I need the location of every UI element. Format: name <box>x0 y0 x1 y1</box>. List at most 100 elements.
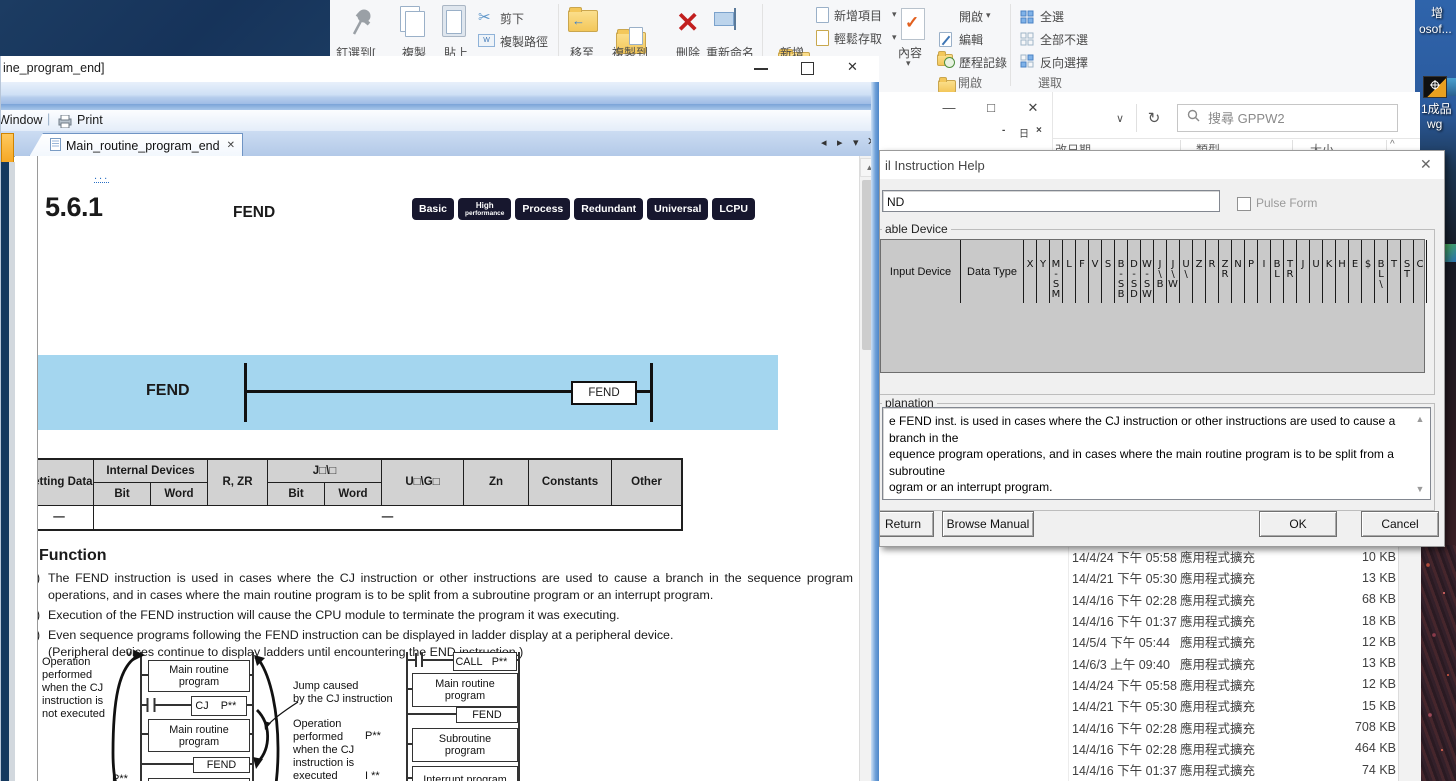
dialog-titlebar[interactable]: il Instruction Help ✕ <box>880 151 1444 179</box>
ribbon-edit-label[interactable]: 編輯 <box>959 31 983 48</box>
tab-bar: Main_routine_program_end ✕ ◂ ▸ ▾ ✕ <box>1 131 879 157</box>
search-input[interactable] <box>1206 110 1360 127</box>
section-number: 5.6.1 <box>45 192 103 223</box>
th-constants: Constants <box>529 459 612 505</box>
device-column: V <box>1089 240 1102 303</box>
new-item-icon[interactable] <box>816 7 829 23</box>
cpu-badge: Universal <box>647 198 708 220</box>
cad-file-icon[interactable] <box>1423 76 1447 98</box>
tab-scroll-left-icon[interactable]: ◂ <box>821 136 827 149</box>
invert-selection-icon[interactable] <box>1020 54 1034 73</box>
device-column: $ <box>1362 240 1375 303</box>
browse-manual-button[interactable]: Browse Manual <box>942 511 1034 537</box>
cj-box: CJ <box>191 696 213 716</box>
delete-icon[interactable]: ✕ <box>676 6 699 39</box>
easy-access-icon[interactable] <box>816 30 829 46</box>
interrupt-label: I ** <box>365 770 380 781</box>
easy-access-dropdown-icon[interactable]: ▾ <box>892 32 897 43</box>
close-button[interactable]: ✕ <box>847 59 858 75</box>
side-tab-fragment[interactable] <box>1 133 14 164</box>
explorer-scrollbar[interactable] <box>1398 545 1421 781</box>
move-to-icon[interactable]: ← <box>568 10 598 32</box>
print-icon <box>57 115 73 131</box>
file-row[interactable]: 14/4/16 下午 02:28應用程式擴充708 KB <box>1056 716 1396 737</box>
tab-list-dropdown-icon[interactable]: ▾ <box>853 136 859 149</box>
function-item: (2)Execution of the FEND instruction wil… <box>38 607 853 624</box>
scroll-up-icon[interactable]: ▲ <box>1413 414 1427 424</box>
mdi-minimize-button[interactable]: - <box>1002 125 1005 136</box>
ok-button[interactable]: OK <box>1259 511 1337 537</box>
sort-indicator-icon[interactable]: ^ <box>1390 139 1395 150</box>
rename-icon[interactable] <box>714 8 740 30</box>
scroll-down-icon[interactable]: ▼ <box>1413 484 1427 494</box>
maximize-button[interactable]: □ <box>982 100 1000 115</box>
file-date: 14/4/16 下午 02:28 <box>1056 590 1180 609</box>
doc-top-link[interactable]: ... <box>94 170 109 183</box>
open-dropdown-icon[interactable]: ▾ <box>986 10 991 21</box>
desktop-icon-label[interactable]: osof... <box>1419 22 1452 36</box>
edit-icon[interactable] <box>939 32 952 47</box>
file-row[interactable]: 14/5/4 下午 05:44應用程式擴充12 KB <box>1056 631 1396 652</box>
refresh-icon[interactable]: ↻ <box>1142 107 1166 131</box>
tab-main-routine-program-end[interactable]: Main_routine_program_end ✕ <box>29 133 243 157</box>
explanation-box[interactable]: e FEND inst. is used in cases where the … <box>882 407 1431 500</box>
new-item-dropdown-icon[interactable]: ▾ <box>892 9 897 20</box>
dialog-close-icon[interactable]: ✕ <box>1420 156 1432 173</box>
ribbon-open-label[interactable]: 開啟 <box>959 8 983 25</box>
pulse-form-checkbox[interactable] <box>1237 197 1251 211</box>
file-row[interactable]: 14/4/24 下午 05:58應用程式擴充12 KB <box>1056 674 1396 695</box>
minimize-button[interactable] <box>754 68 768 70</box>
menu-window[interactable]: Window <box>0 113 42 127</box>
desktop-icon-label[interactable]: wg <box>1427 117 1442 131</box>
return-button[interactable]: Return <box>879 511 934 537</box>
desktop-icon-label[interactable]: 1成品 <box>1421 100 1452 117</box>
close-button[interactable]: ✕ <box>1024 100 1042 116</box>
desktop-icon-label[interactable]: 增 <box>1431 4 1443 21</box>
ribbon-select-none-label[interactable]: 全部不選 <box>1040 31 1088 48</box>
select-all-icon[interactable] <box>1020 10 1034 29</box>
copy-path-icon[interactable]: W <box>478 34 495 47</box>
menu-separator: | <box>47 112 50 126</box>
properties-dropdown-icon[interactable]: ▾ <box>906 58 911 69</box>
ribbon-cut-label[interactable]: 剪下 <box>500 10 524 27</box>
search-box[interactable] <box>1177 104 1398 132</box>
th-u-g: U□\G□ <box>382 459 464 505</box>
properties-icon[interactable]: ✓ <box>901 8 925 40</box>
mdi-close-button[interactable]: × <box>1036 125 1042 136</box>
file-row[interactable]: 14/4/16 下午 02:28應用程式擴充464 KB <box>1056 738 1396 759</box>
file-row[interactable]: 14/4/24 下午 05:58應用程式擴充10 KB <box>1056 546 1396 567</box>
menu-print[interactable]: Print <box>77 113 103 127</box>
tab-close-icon[interactable]: ✕ <box>227 140 235 151</box>
pin-icon[interactable] <box>348 6 374 40</box>
mdi-restore-button[interactable]: 日 <box>1019 125 1029 140</box>
file-row[interactable]: 14/4/16 下午 01:37應用程式擴充74 KB <box>1056 759 1396 780</box>
ribbon-select-all-label[interactable]: 全選 <box>1040 8 1064 25</box>
paste-icon[interactable] <box>442 5 466 37</box>
pointer-label: P** <box>365 730 381 743</box>
maximize-button[interactable] <box>801 62 814 75</box>
ribbon-invert-selection-label[interactable]: 反向選擇 <box>1040 54 1088 71</box>
ribbon-new-item-label[interactable]: 新增項目 <box>834 7 882 24</box>
ribbon-copy-path-label[interactable]: 複製路徑 <box>500 33 548 50</box>
file-row[interactable]: 14/4/16 下午 02:28應用程式擴充68 KB <box>1056 589 1396 610</box>
device-column: U \ <box>1180 240 1193 303</box>
file-row[interactable]: 14/4/16 下午 01:37應用程式擴充18 KB <box>1056 610 1396 631</box>
left-dock-strip <box>1 162 9 781</box>
address-dropdown-icon[interactable]: ∨ <box>1108 108 1132 130</box>
td-dash: — <box>38 505 94 530</box>
file-row[interactable]: 14/4/21 下午 05:30應用程式擴充15 KB <box>1056 695 1396 716</box>
cancel-button[interactable]: Cancel <box>1361 511 1439 537</box>
main-routine-box: Main routine program <box>148 660 250 692</box>
select-none-icon[interactable] <box>1020 32 1034 51</box>
history-icon[interactable] <box>937 54 953 66</box>
minimize-button[interactable]: — <box>940 100 958 115</box>
file-row[interactable]: 14/4/21 下午 05:30應用程式擴充13 KB <box>1056 567 1396 588</box>
window-titlebar[interactable]: ine_program_end] ✕ <box>1 56 879 82</box>
ribbon-history-label[interactable]: 歷程記錄 <box>959 54 1007 71</box>
instruction-input[interactable]: ND <box>882 190 1220 212</box>
cut-icon[interactable]: ✂ <box>478 8 491 26</box>
device-column: B - S B <box>1115 240 1128 303</box>
file-row[interactable]: 14/6/3 上午 09:40應用程式擴充13 KB <box>1056 652 1396 673</box>
tab-scroll-right-icon[interactable]: ▸ <box>837 136 843 149</box>
ribbon-easy-access-label[interactable]: 輕鬆存取 <box>834 30 882 47</box>
